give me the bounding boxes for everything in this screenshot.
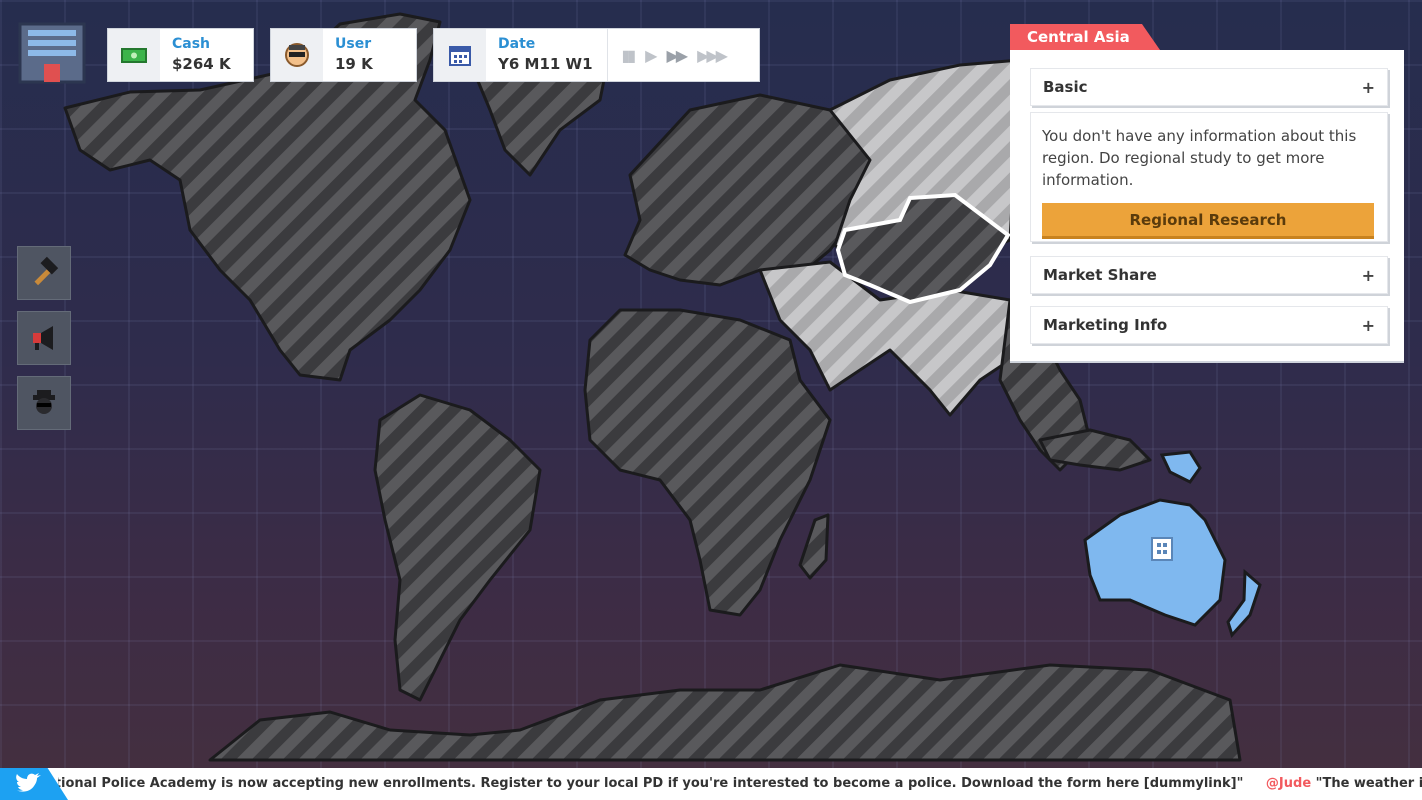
spy-icon [33,390,55,414]
basic-section[interactable]: Basic + [1030,68,1388,106]
marketing-info-section[interactable]: Marketing Info + [1030,306,1388,344]
hammer-icon [34,256,59,286]
region-antarctica [208,663,1242,762]
marketing-info-title: Marketing Info [1043,316,1168,334]
user-label: User [335,36,372,52]
region-name-tab: Central Asia [1010,24,1160,50]
pause-icon[interactable]: ▮▮ [622,46,637,65]
basic-section-title: Basic [1043,78,1088,96]
news-ticker: ational Police Academy is now accepting … [0,768,1422,800]
ticker-message: ational Police Academy is now accepting … [58,776,1244,791]
hammer-tool-button[interactable] [17,246,71,300]
expand-icon[interactable]: + [1362,266,1375,285]
calendar-icon [434,29,486,81]
region-madagascar [798,513,830,580]
expand-icon[interactable]: + [1362,316,1375,335]
region-papua [1159,450,1202,484]
ticker-message-2: "The weather is nice to go out [1315,776,1422,791]
date-stat: Date Y6 M11 W1 ▮▮ ▶ ▶▶ ▶▶▶ [433,28,760,82]
user-stat: User 19 K [270,28,417,82]
building-marker-icon[interactable] [1151,537,1173,561]
ticker-text-area: ational Police Academy is now accepting … [58,768,1422,800]
speed-controls: ▮▮ ▶ ▶▶ ▶▶▶ [606,29,739,81]
ticker-handle[interactable]: @Jude [1266,776,1311,791]
marketing-tool-button[interactable] [17,311,71,365]
cash-stat: Cash $264 K [107,28,254,82]
basic-info-text: You don't have any information about thi… [1042,127,1357,189]
user-value: 19 K [335,55,373,73]
region-info-panel: Basic + You don't have any information a… [1010,50,1404,361]
fast-forward-icon[interactable]: ▶▶ [666,46,688,65]
date-value: Y6 M11 W1 [498,55,593,73]
building-icon[interactable] [16,20,88,86]
money-icon [108,29,160,81]
region-africa [583,308,832,617]
market-share-section[interactable]: Market Share + [1030,256,1388,294]
cash-label: Cash [172,36,211,52]
user-face-icon [271,29,323,81]
region-australia [1083,498,1227,627]
regional-research-button[interactable]: Regional Research [1042,203,1374,239]
basic-section-content: You don't have any information about thi… [1030,112,1388,242]
date-label: Date [498,36,536,52]
expand-icon[interactable]: + [1362,78,1375,97]
fastest-forward-icon[interactable]: ▶▶▶ [697,46,728,65]
megaphone-icon [33,326,53,350]
region-new-zealand [1226,568,1262,638]
play-icon[interactable]: ▶ [645,46,657,65]
cash-value: $264 K [172,55,231,73]
market-share-title: Market Share [1043,266,1157,284]
region-south-america [373,393,542,702]
spy-tool-button[interactable] [17,376,71,430]
